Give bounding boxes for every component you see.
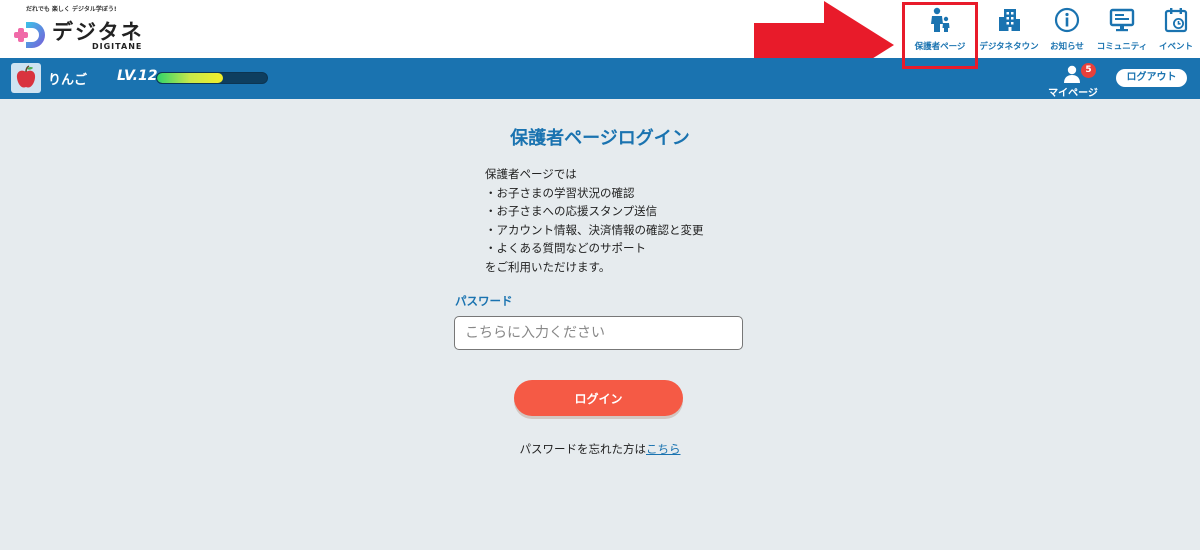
mypage-label: マイページ — [1048, 88, 1098, 99]
password-label: パスワード — [455, 294, 513, 308]
intro-line: ・よくある質問などのサポート — [485, 241, 646, 255]
xp-progress-bar — [156, 72, 268, 84]
building-icon — [999, 9, 1020, 31]
forgot-password-prompt: パスワードを忘れた方は — [519, 442, 647, 456]
logo-subtitle: DIGITANE — [92, 42, 143, 51]
intro-line: ・お子さまの学習状況の確認 — [485, 185, 635, 200]
mypage-button[interactable]: 5 マイページ — [1040, 60, 1106, 99]
intro-line: 保護者ページでは — [485, 167, 577, 181]
nav-news[interactable]: お知らせ — [1044, 4, 1090, 54]
apple-icon — [16, 65, 36, 88]
nav-news-label: お知らせ — [1050, 42, 1084, 52]
site-header: だれでも 楽しく デジタル学ぼう! デジタネ DIGITANE 保護者ページ デ… — [0, 0, 1200, 89]
intro-line: ・お子さまへの応援スタンプ送信 — [485, 204, 658, 218]
annotation-highlight-box — [902, 2, 978, 69]
avatar[interactable] — [11, 63, 41, 93]
intro-text: 保護者ページでは ・お子さまの学習状況の確認 ・お子さまへの応援スタンプ送信 ・… — [485, 165, 785, 276]
monitor-icon — [1109, 8, 1135, 32]
digitane-logo[interactable]: だれでも 楽しく デジタル学ぼう! デジタネ DIGITANE — [12, 3, 162, 53]
level-indicator: LV.12 — [117, 68, 158, 84]
nav-events[interactable]: イベント — [1154, 4, 1198, 54]
username: りんご — [48, 73, 88, 88]
login-button[interactable]: ログイン — [514, 380, 683, 416]
nav-community[interactable]: コミュニティ — [1092, 4, 1152, 54]
user-icon — [1064, 65, 1080, 83]
xp-progress-fill — [157, 73, 223, 83]
intro-line: をご利用いただけます。 — [485, 259, 611, 274]
calendar-icon — [1164, 8, 1188, 33]
logo-tagline: だれでも 楽しく デジタル学ぼう! — [26, 6, 117, 13]
logout-button[interactable]: ログアウト — [1116, 69, 1187, 87]
page-title: 保護者ページログイン — [510, 128, 690, 149]
info-icon — [1054, 7, 1080, 33]
user-status-bar: りんご LV.12 5 マイページ ログアウト — [0, 58, 1200, 99]
nav-digitane-town-label: デジタネタウン — [979, 42, 1039, 52]
forgot-password-link[interactable]: こちら — [646, 442, 681, 456]
nav-community-label: コミュニティ — [1096, 42, 1148, 52]
intro-line: ・アカウント情報、決済情報の確認と変更 — [485, 222, 704, 237]
password-input[interactable] — [454, 316, 743, 350]
forgot-password-text: パスワードを忘れた方はこちら — [0, 441, 1200, 457]
logo-mark-icon — [14, 22, 45, 48]
nav-digitane-town[interactable]: デジタネタウン — [976, 4, 1042, 54]
notification-badge: 5 — [1081, 63, 1096, 78]
nav-events-label: イベント — [1158, 42, 1193, 52]
